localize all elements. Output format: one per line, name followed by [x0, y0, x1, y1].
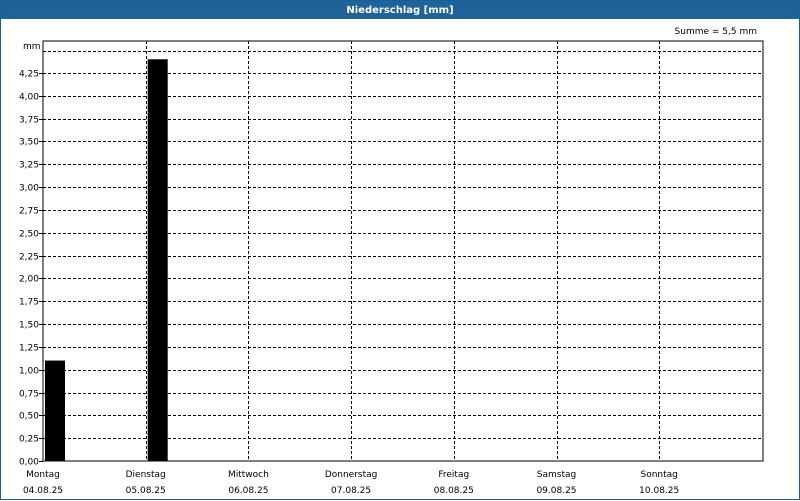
x-day-label: Freitag	[438, 470, 469, 480]
x-day-label: Mittwoch	[228, 470, 269, 480]
x-date-label: 07.08.25	[331, 486, 371, 496]
y-tick-label: 0,50	[19, 412, 39, 422]
x-day-label: Sonntag	[641, 470, 678, 480]
x-date-label: 05.08.25	[126, 486, 166, 496]
y-tick-label: 1,00	[19, 367, 39, 377]
y-tick-label: 3,00	[19, 184, 39, 194]
x-date-label: 08.08.25	[434, 486, 474, 496]
x-date-label: 09.08.25	[536, 486, 576, 496]
y-tick-label: 0,00	[19, 458, 39, 468]
bar	[45, 360, 65, 461]
x-date-label: 10.08.25	[639, 486, 679, 496]
precipitation-chart: 0,00 0,25 0,50 0,75 1,00 1,25 1,50 1,75 2,00 2,25…	[19, 40, 764, 496]
y-tick-label: 2,50	[19, 230, 39, 240]
x-date-label: 04.08.25	[23, 486, 63, 496]
y-tick-label: 1,75	[19, 298, 39, 308]
x-day-label: Montag	[26, 470, 60, 480]
y-tick-label: 4,25	[19, 70, 39, 80]
bar	[147, 59, 168, 462]
x-day-label: Dienstag	[126, 470, 166, 480]
y-tick-label: 3,75	[19, 116, 39, 126]
y-tick-label: 4,00	[19, 93, 39, 103]
y-tick-label: 2,25	[19, 253, 39, 263]
chart-window: Niederschlag [mm] Summe = 5,5 mm 0,00 0,2…	[0, 0, 800, 500]
x-day-label: Donnerstag	[325, 470, 378, 480]
y-tick-label: 3,25	[19, 161, 39, 171]
x-day-label: Samstag	[537, 470, 576, 480]
y-tick-label: 2,75	[19, 207, 39, 217]
y-tick-label: 1,50	[19, 321, 39, 331]
y-tick-label: 2,00	[19, 275, 39, 285]
y-tick-label: 0,25	[19, 435, 39, 445]
y-tick-label: 3,50	[19, 138, 39, 148]
y-axis-label: mm	[23, 42, 41, 52]
y-tick-label: 0,75	[19, 390, 39, 400]
y-tick-label: 1,25	[19, 344, 39, 354]
x-date-label: 06.08.25	[228, 486, 268, 496]
